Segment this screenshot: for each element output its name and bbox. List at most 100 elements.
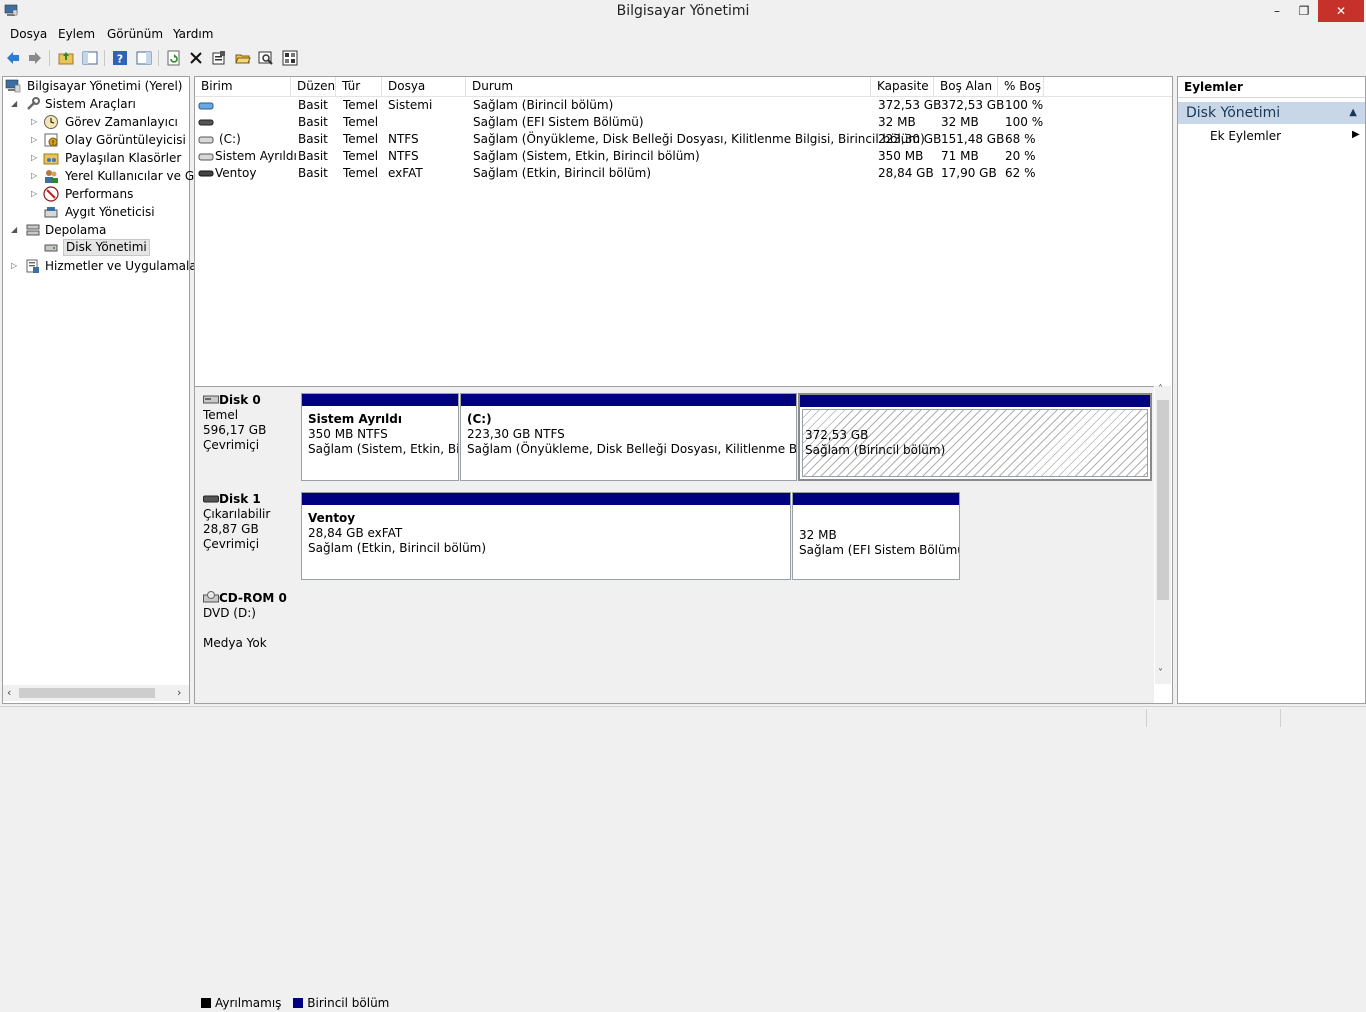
disk0-partition-strip: Sistem Ayrıldı 350 MB NTFS Sağlam (Siste…: [299, 389, 1154, 484]
disk-label-disk1[interactable]: Disk 1 Çıkarılabilir 28,87 GB Çevrimiçi: [197, 488, 297, 583]
partition-text: Sistem Ayrıldı 350 MB NTFS Sağlam (Siste…: [308, 412, 459, 457]
cell-kapasite: 28,84 GB: [878, 166, 934, 180]
disk-view-vscrollbar[interactable]: ˄ ˅: [1155, 384, 1171, 684]
volume-drive-icon: [198, 102, 214, 110]
back-icon[interactable]: [3, 48, 23, 68]
expand-arrow-icon[interactable]: ▷: [31, 131, 41, 149]
cell-duzen: Basit: [298, 132, 328, 146]
expand-arrow-icon[interactable]: ▷: [31, 113, 41, 131]
partition-efi[interactable]: 32 MB Sağlam (EFI Sistem Bölümü): [792, 492, 960, 580]
minimize-button[interactable]: –: [1262, 0, 1292, 22]
legend-label-unallocated: Ayrılmamış: [215, 996, 282, 1010]
close-button[interactable]: ✕: [1318, 0, 1364, 22]
forward-icon[interactable]: [25, 48, 45, 68]
disk-management-pane: Birim Düzen Tür Dosya Sistemi Durum Kapa…: [194, 76, 1173, 1010]
column-header-birim[interactable]: Birim: [195, 77, 291, 96]
volume-row[interactable]: Basit Temel Sağlam (Birincil bölüm) 372,…: [195, 97, 1172, 114]
column-header-durum[interactable]: Durum: [466, 77, 871, 96]
disk-type: DVD (D:): [203, 606, 256, 620]
partition-unlabeled-selected[interactable]: 372,53 GB Sağlam (Birincil bölüm): [798, 393, 1152, 481]
cdrom-icon: [203, 591, 219, 603]
volume-drive-icon: [198, 170, 214, 177]
title-bar: Bilgisayar Yönetimi – ❐ ✕: [0, 0, 1366, 24]
computer-management-icon: [5, 79, 21, 93]
collapse-arrow-icon[interactable]: ◢: [11, 95, 21, 113]
column-header-dosya-sistemi[interactable]: Dosya Sistemi: [382, 77, 466, 112]
expand-arrow-icon[interactable]: ▷: [31, 149, 41, 167]
expand-arrow-icon[interactable]: ▷: [31, 185, 41, 203]
expand-arrow-icon[interactable]: ▷: [31, 167, 41, 185]
cell-duzen: Basit: [298, 115, 328, 129]
disk-state: Medya Yok: [203, 636, 267, 650]
scroll-down-icon[interactable]: ˅: [1158, 668, 1163, 679]
scroll-left-icon[interactable]: ‹: [7, 686, 11, 699]
scroll-up-icon[interactable]: ˄: [1158, 384, 1163, 395]
partition-size: 350 MB NTFS: [308, 427, 388, 441]
disk-label-disk0[interactable]: Disk 0 Temel 596,17 GB Çevrimiçi: [197, 389, 297, 484]
column-header-tur[interactable]: Tür: [336, 77, 382, 96]
column-header-bos-alan[interactable]: Boş Alan: [934, 77, 998, 96]
delete-icon[interactable]: [186, 48, 206, 68]
status-divider: [1146, 709, 1147, 727]
show-hide-tree-icon[interactable]: [80, 48, 100, 68]
cell-bos-alan: 32 MB: [941, 115, 979, 129]
partition-status: Sağlam (Etkin, Birincil bölüm): [308, 541, 487, 555]
partition-status: Sağlam (Önyükleme, Disk Belleği Dosyası,…: [467, 442, 797, 456]
menu-gorunum[interactable]: Görünüm: [107, 27, 163, 41]
expand-arrow-icon[interactable]: ▷: [11, 257, 21, 275]
scroll-thumb[interactable]: [1157, 400, 1169, 600]
cell-kapasite: 372,53 GB: [878, 98, 942, 112]
open-icon[interactable]: [233, 48, 253, 68]
volume-row[interactable]: (C:) Basit Temel NTFS Sağlam (Önyükleme,…: [195, 131, 1172, 148]
show-hide-action-pane-icon[interactable]: [134, 48, 154, 68]
cell-bos-alan: 151,48 GB: [941, 132, 1005, 146]
tree-label: Paylaşılan Klasörler: [65, 151, 182, 165]
refresh-icon[interactable]: [164, 48, 184, 68]
event-viewer-icon: !: [44, 133, 58, 147]
toolbar-separator: [49, 50, 50, 66]
partition-status: Sağlam (Sistem, Etkin, Birin: [308, 442, 459, 456]
volume-row[interactable]: Ventoy Basit Temel exFAT Sağlam (Etkin, …: [195, 165, 1172, 182]
actions-section-disk-management[interactable]: Disk Yönetimi ▲: [1178, 102, 1365, 124]
partition-ventoy[interactable]: Ventoy 28,84 GB exFAT Sağlam (Etkin, Bir…: [301, 492, 791, 580]
volume-row[interactable]: Sistem Ayrıldı Basit Temel NTFS Sağlam (…: [195, 148, 1172, 165]
partition-title: Ventoy: [308, 511, 356, 525]
scroll-thumb[interactable]: [19, 688, 155, 698]
tree-label: Bilgisayar Yönetimi (Yerel): [27, 79, 183, 93]
partition-size: 223,30 GB NTFS: [467, 427, 565, 441]
column-header-duzen[interactable]: Düzen: [291, 77, 336, 96]
up-folder-icon[interactable]: [56, 48, 76, 68]
partition-system-reserved[interactable]: Sistem Ayrıldı 350 MB NTFS Sağlam (Siste…: [301, 393, 459, 481]
tree-label-selected: Disk Yönetimi: [63, 239, 150, 256]
menu-eylem[interactable]: Eylem: [58, 27, 95, 41]
cell-tur: Temel: [343, 166, 379, 180]
collapse-arrow-icon[interactable]: ◢: [11, 221, 21, 239]
partition-c-drive[interactable]: (C:) 223,30 GB NTFS Sağlam (Önyükleme, D…: [460, 393, 797, 481]
partition-size: 32 MB: [799, 528, 837, 542]
svg-text:!: !: [52, 139, 55, 147]
volume-row[interactable]: Basit Temel Sağlam (EFI Sistem Bölümü) 3…: [195, 114, 1172, 131]
cell-duzen: Basit: [298, 149, 328, 163]
collapse-up-icon[interactable]: ▲: [1349, 102, 1357, 124]
submenu-arrow-icon[interactable]: ▶: [1352, 129, 1360, 140]
menu-yardim[interactable]: Yardım: [173, 27, 213, 41]
column-header-yuzde-bos[interactable]: % Boş: [998, 77, 1044, 96]
cell-bos-alan: 372,53 GB: [941, 98, 1005, 112]
menu-dosya[interactable]: Dosya: [10, 27, 47, 41]
scroll-right-icon[interactable]: ›: [177, 686, 181, 699]
toolbar-separator: [158, 50, 159, 66]
cell-birim: Sistem Ayrıldı: [215, 149, 297, 163]
maximize-button[interactable]: ❐: [1289, 0, 1319, 22]
tree-hscrollbar[interactable]: ‹ ›: [3, 685, 189, 701]
graphical-disk-view: Disk 0 Temel 596,17 GB Çevrimiçi Sistem …: [195, 386, 1154, 1010]
search-icon[interactable]: [256, 48, 276, 68]
cell-dosya-sistemi: exFAT: [388, 166, 423, 180]
volume-list-header: Birim Düzen Tür Dosya Sistemi Durum Kapa…: [195, 77, 1172, 112]
cell-bos-alan: 71 MB: [941, 149, 979, 163]
action-more-actions[interactable]: Ek Eylemler: [1210, 129, 1281, 143]
column-header-kapasite[interactable]: Kapasite: [871, 77, 934, 96]
disk-label-cdrom0[interactable]: CD-ROM 0 DVD (D:) Medya Yok: [197, 587, 297, 683]
settings-icon[interactable]: [280, 48, 300, 68]
help-icon[interactable]: ?: [110, 48, 130, 68]
properties-icon[interactable]: [209, 48, 229, 68]
